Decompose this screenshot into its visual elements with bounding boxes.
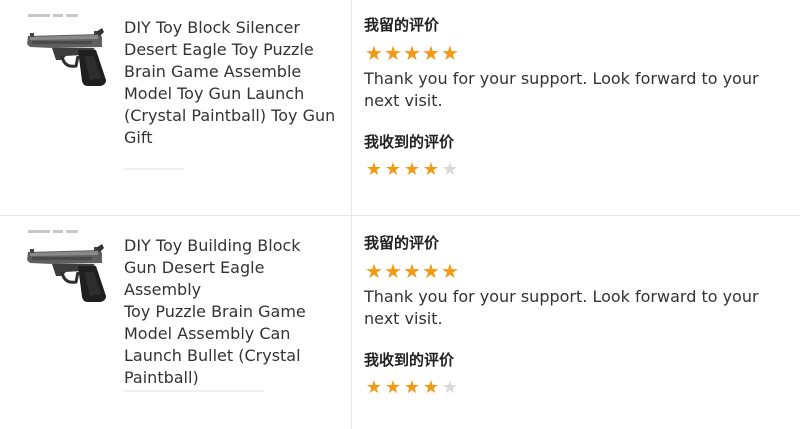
star-filled-icon: ★ xyxy=(384,41,402,65)
received-review-heading: 我收到的评价 xyxy=(364,351,455,369)
pistol-image xyxy=(27,28,106,86)
star-filled-icon: ★ xyxy=(441,259,459,283)
received-rating-stars: ★ ★ ★ ★ ★ xyxy=(364,159,784,181)
thumbnail-caption xyxy=(28,230,88,238)
review-list: DIY Toy Block Silencer Desert Eagle Toy … xyxy=(0,0,800,429)
my-review-heading: 我留的评价 xyxy=(364,234,440,252)
star-filled-icon: ★ xyxy=(403,377,420,398)
star-filled-icon: ★ xyxy=(403,159,420,180)
my-rating-stars: ★ ★ ★ ★ ★ xyxy=(364,42,784,64)
star-filled-icon: ★ xyxy=(422,259,440,283)
star-filled-icon: ★ xyxy=(384,377,401,398)
star-filled-icon: ★ xyxy=(403,259,421,283)
my-rating-stars: ★ ★ ★ ★ ★ xyxy=(364,260,784,282)
thumbnail-caption xyxy=(28,14,88,22)
star-filled-icon: ★ xyxy=(441,41,459,65)
star-filled-icon: ★ xyxy=(422,377,439,398)
pistol-image xyxy=(27,244,106,302)
star-filled-icon: ★ xyxy=(365,41,383,65)
faint-text-line xyxy=(124,390,264,392)
star-filled-icon: ★ xyxy=(403,41,421,65)
star-empty-icon: ★ xyxy=(441,377,458,398)
my-review-heading: 我留的评价 xyxy=(364,16,440,34)
star-filled-icon: ★ xyxy=(384,159,401,180)
product-thumbnail[interactable] xyxy=(22,14,108,90)
star-filled-icon: ★ xyxy=(422,159,439,180)
review-panel: 我留的评价 ★ ★ ★ ★ ★ Thank you for your support. … xyxy=(364,232,784,399)
star-filled-icon: ★ xyxy=(384,259,402,283)
review-row: DIY Toy Block Silencer Desert Eagle Toy … xyxy=(0,0,800,216)
star-filled-icon: ★ xyxy=(365,377,382,398)
star-empty-icon: ★ xyxy=(441,159,458,180)
review-reply-text: Thank you for your support. Look forward… xyxy=(364,287,759,328)
review-panel: 我留的评价 ★ ★ ★ ★ ★ Thank you for your support. … xyxy=(364,14,784,181)
received-rating-stars: ★ ★ ★ ★ ★ xyxy=(364,377,784,399)
review-row: DIY Toy Building Block Gun Desert Eagle … xyxy=(0,216,800,429)
star-filled-icon: ★ xyxy=(365,259,383,283)
product-thumbnail[interactable] xyxy=(22,230,108,306)
review-reply-text: Thank you for your support. Look forward… xyxy=(364,69,759,110)
faint-text-line xyxy=(124,168,184,170)
star-filled-icon: ★ xyxy=(365,159,382,180)
product-title[interactable]: DIY Toy Building Block Gun Desert Eagle … xyxy=(124,235,346,389)
product-title[interactable]: DIY Toy Block Silencer Desert Eagle Toy … xyxy=(124,17,346,149)
received-review-heading: 我收到的评价 xyxy=(364,133,455,151)
star-filled-icon: ★ xyxy=(422,41,440,65)
